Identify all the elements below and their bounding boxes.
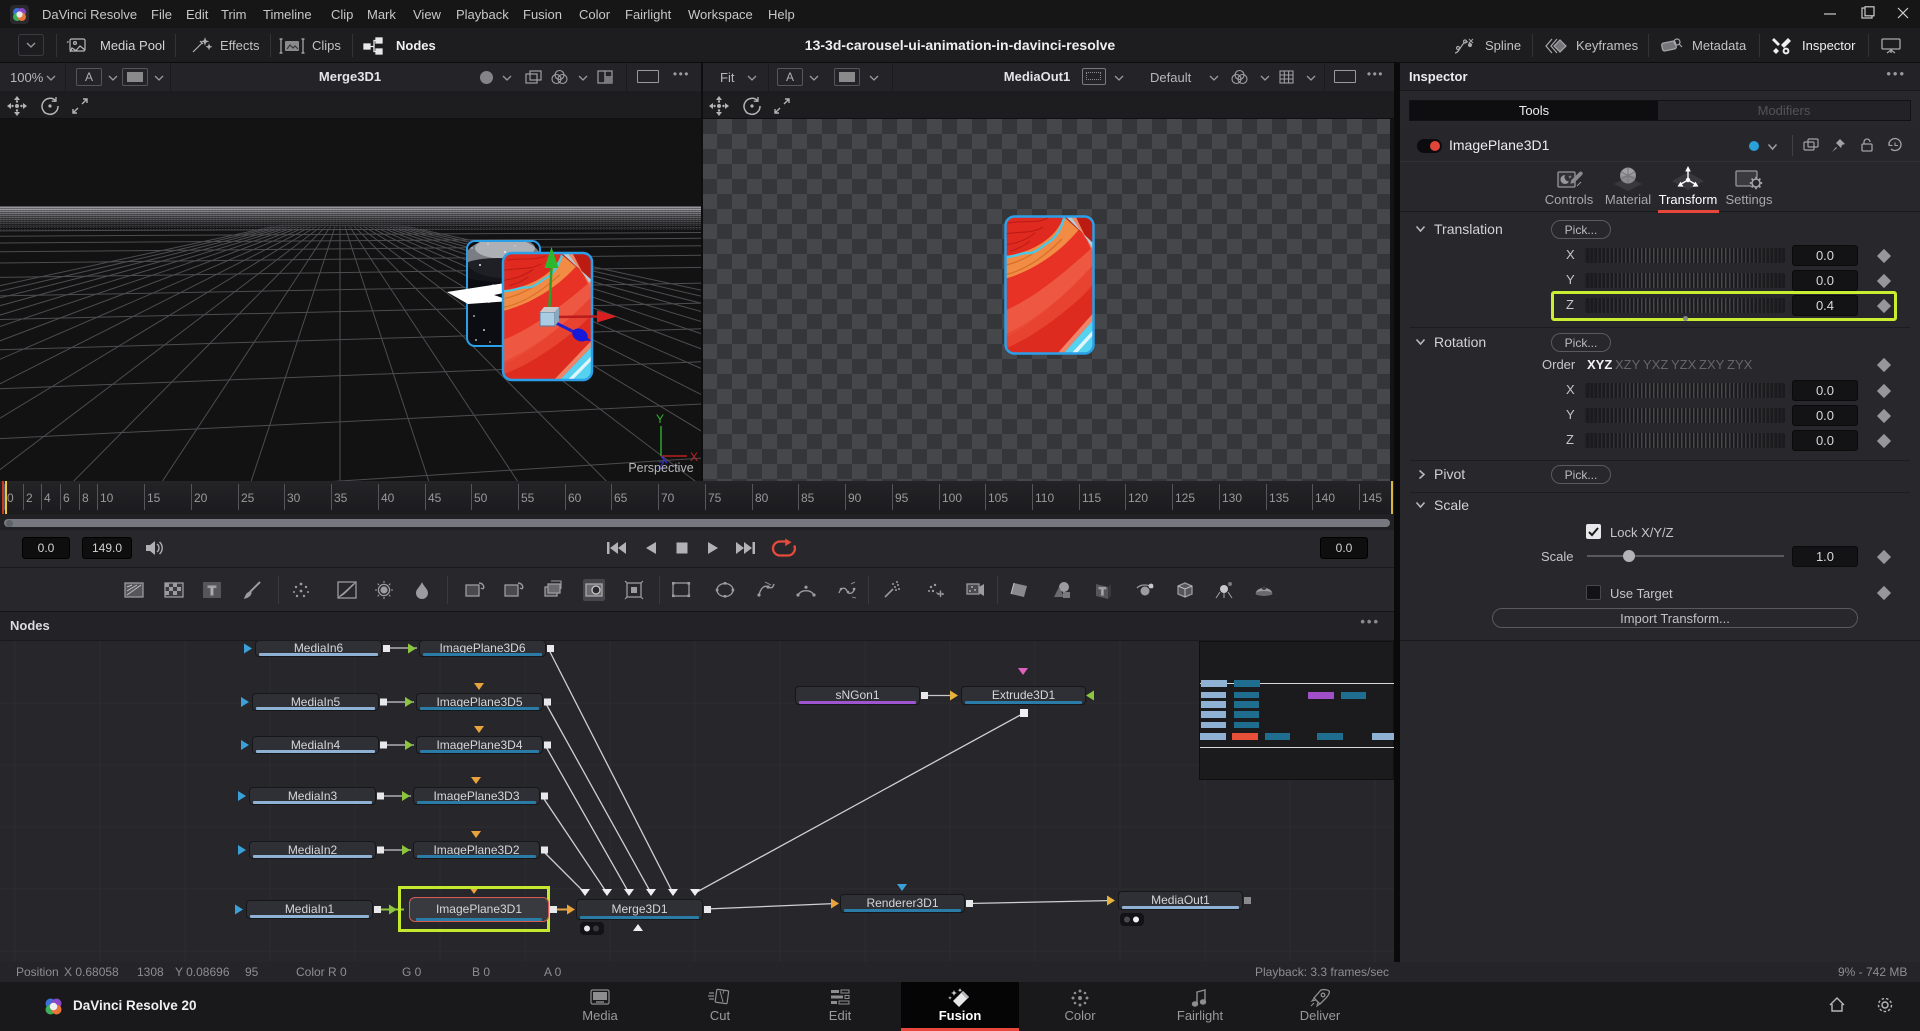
svg-text:T: T: [1099, 586, 1106, 598]
svg-text:T: T: [208, 583, 216, 598]
svg-text:Perspective: Perspective: [628, 461, 693, 475]
svg-text:Y: Y: [656, 412, 664, 426]
